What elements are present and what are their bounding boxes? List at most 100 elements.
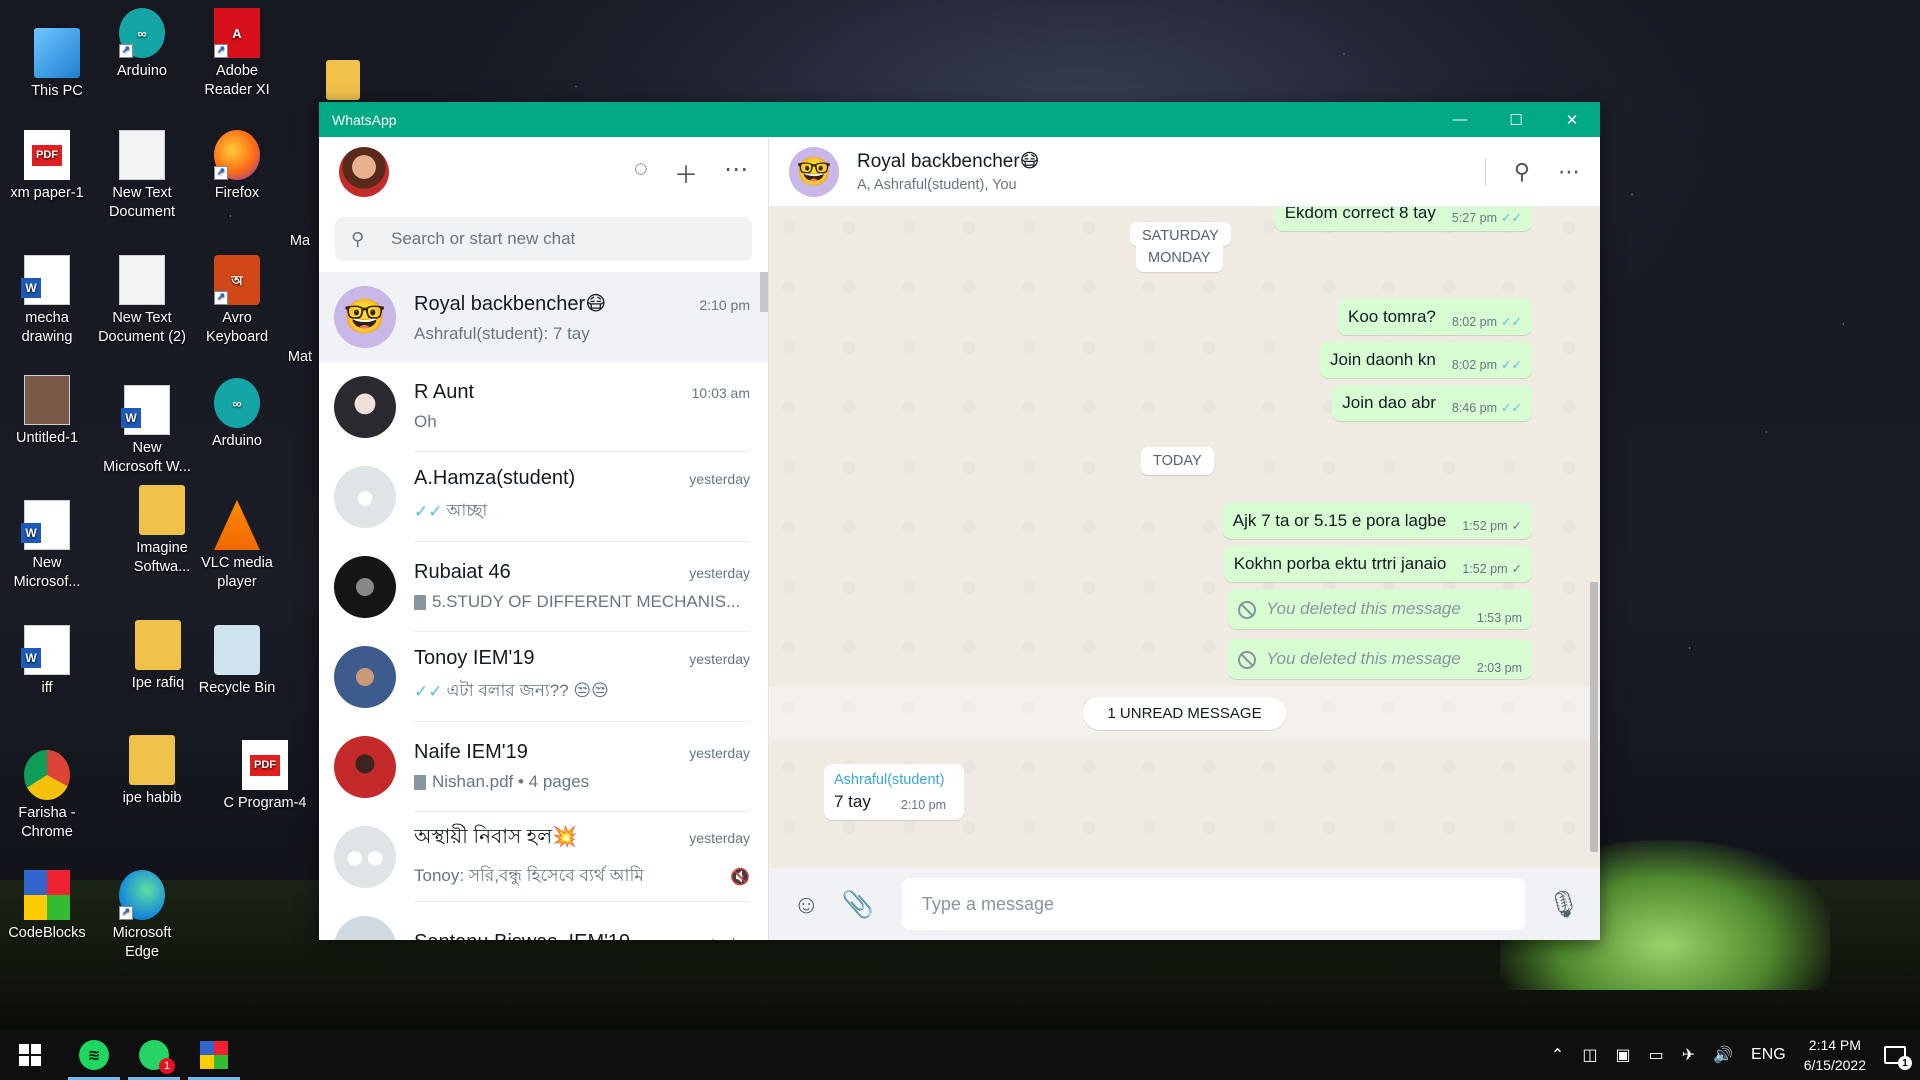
outgoing-message[interactable]: Join daonh kn 8:02 pm ✓✓ [1320,342,1532,378]
conversation-header[interactable]: 🤓 Royal backbencher😷 A, Ashraful(student… [769,137,1600,207]
message-input[interactable]: Type a message [901,878,1525,930]
desktop-icon-iff[interactable]: Wiff [2,625,92,698]
minimize-button[interactable]: — [1432,102,1488,137]
search-input[interactable]: Search or start new chat [391,229,575,249]
incoming-message[interactable]: Ashraful(student) 7 tay 2:10 pm [824,764,964,820]
desktop-icon-ipe-habib[interactable]: ipe habib [107,735,197,808]
airplane-mode-icon[interactable]: ✈ [1682,1045,1695,1065]
microphone-icon[interactable]: 🎙 [1547,889,1580,920]
desktop-icon-new-microsoft-word[interactable]: W New Microsoft W... [102,385,192,477]
chat-list-panel: ◌ ＋ ⋯ ⚲ Search or start new chat 🤓 Royal… [319,137,769,940]
security-icon[interactable]: ▣ [1615,1045,1630,1065]
outgoing-message[interactable]: Ajk 7 ta or 5.15 e pora lagbe 1:52 pm ✓ [1222,503,1532,539]
desktop-icon-adobe-reader[interactable]: A ↗ Adobe Reader XI [192,8,282,100]
desktop-icon-label: C Program-4 [223,795,307,811]
double-check-icon: ✓✓ [1501,358,1522,372]
notification-count: 1 [1898,1056,1912,1070]
desktop-icon-label: Ipe rafiq [131,675,185,691]
pdf-icon: PDF [24,130,70,180]
desktop-icon-this-pc[interactable]: This PC [12,28,102,101]
chat-row[interactable]: ● A.Hamza(student) yesterday ✓✓ আচ্ছা [319,452,768,542]
outgoing-message[interactable]: Koo tomra? 8:02 pm ✓✓ [1337,299,1532,335]
chat-row[interactable]: Rubaiat 46 yesterday 5.STUDY OF DIFFERENT… [319,542,768,632]
menu-icon[interactable]: ⋯ [1558,159,1580,185]
desktop-icon-untitled-1[interactable]: Untitled-1 [2,375,92,448]
date-divider: MONDAY [1136,246,1223,272]
outgoing-message[interactable]: Ekdom correct 8 tay 5:27 pm ✓✓ [1274,207,1532,231]
status-icon[interactable]: ◌ [634,155,648,190]
start-button[interactable] [0,1030,60,1080]
search-box[interactable]: ⚲ Search or start new chat [335,217,752,261]
whatsapp-icon: 1 [139,1040,175,1074]
desktop-icon-label: New Microsoft W... [103,440,191,475]
language-indicator[interactable]: ENG [1751,1046,1786,1064]
chat-preview: 5.STUDY OF DIFFERENT MECHANIS... [432,592,741,611]
chat-row[interactable]: 🤓 Royal backbencher😷 2:10 pm Ashraful(stu… [319,272,768,362]
notification-icon[interactable]: 1 [1884,1046,1912,1070]
desktop-icon-firefox[interactable]: ↗ Firefox [192,130,282,203]
folder-icon[interactable] [326,60,360,100]
desktop-icon-vlc[interactable]: VLC media player [192,500,282,592]
attach-icon[interactable]: 📎 [842,889,874,920]
maximize-button[interactable]: ☐ [1488,102,1544,137]
outgoing-message[interactable]: Kokhn porba ektu trtri janaio 1:52 pm ✓ [1223,546,1532,582]
taskbar-codeblocks[interactable] [184,1030,244,1080]
chat-preview: আচ্ছা [446,501,488,520]
chat-row[interactable]: Naife IEM'19 yesterday Nishan.pdf • 4 pag… [319,722,768,812]
volume-icon[interactable]: 🔊 [1713,1045,1733,1065]
deleted-message[interactable]: You deleted this message 1:53 pm [1228,589,1532,629]
message-area: Ekdom correct 8 tay 5:27 pm ✓✓ SATURDAY MO… [769,207,1600,868]
chat-row[interactable]: ●● অস্থায়ী নিবাস হল💥 yesterday Tonoy: সর… [319,812,768,902]
emoji-icon[interactable]: ☺ [793,889,820,920]
desktop-icon-c-program-4[interactable]: PDF C Program-4 [220,740,310,813]
taskbar-whatsapp[interactable]: 1 [124,1030,184,1080]
message-scrollbar[interactable] [1590,582,1598,852]
desktop-icon-avro-keyboard[interactable]: অ ↗ Avro Keyboard [192,255,282,347]
date-divider: SATURDAY [1130,222,1231,246]
battery-icon[interactable]: ▭ [1649,1045,1664,1065]
taskbar: ≋ 1 ⌃ ◫ ▣ ▭ ✈ 🔊 ENG 2:14 PM 6/15/2022 1 [0,1030,1920,1080]
message-text: Join dao abr [1342,393,1436,412]
chat-list-scrollbar[interactable] [760,272,768,312]
desktop-icon-label: New Text Document (2) [98,310,186,345]
message-sender[interactable]: Ashraful(student) [834,772,954,788]
close-button[interactable]: ✕ [1544,102,1600,137]
camera-icon[interactable]: ◫ [1582,1045,1597,1065]
chat-row[interactable]: R Aunt 10:03 am Oh [319,362,768,452]
menu-icon[interactable]: ⋯ [724,155,748,190]
contact-avatar [334,646,396,708]
double-check-icon: ✓✓ [414,682,443,701]
desktop-icon-label: Arduino [212,433,262,449]
desktop-icon-label: CodeBlocks [8,925,86,941]
desktop-icon-recycle-bin[interactable]: Recycle Bin [192,625,282,698]
desktop-icon-label: Microsoft Edge [112,925,172,960]
desktop-icon-new-text-document[interactable]: New Text Document [97,130,187,222]
desktop-icon-arduino-2[interactable]: ∞ Arduino [192,378,282,451]
clock[interactable]: 2:14 PM 6/15/2022 [1804,1035,1866,1075]
taskbar-spotify[interactable]: ≋ [64,1030,124,1080]
chat-row[interactable]: Tonoy IEM'19 yesterday ✓✓ এটা বলার জন্য?? … [319,632,768,722]
chat-name: A.Hamza(student) [414,467,576,489]
desktop-icon-xm-paper[interactable]: PDF xm paper-1 [2,130,92,203]
word-document-icon: W [121,385,170,435]
desktop-icon-microsoft-edge[interactable]: ↗ Microsoft Edge [97,870,187,962]
desktop-icon-new-text-document-2[interactable]: New Text Document (2) [97,255,187,347]
desktop-icon-codeblocks[interactable]: CodeBlocks [2,870,92,943]
chevron-up-icon[interactable]: ⌃ [1551,1045,1564,1065]
new-chat-icon[interactable]: ＋ [674,155,698,190]
desktop-icon-new-microsoft-2[interactable]: W New Microsof... [2,500,92,592]
desktop-icon-label: Arduino [117,63,167,79]
desktop-icon-mecha-drawing[interactable]: Wmecha drawing [2,255,92,347]
desktop-icon-arduino[interactable]: ∞ ↗ Arduino [97,8,187,81]
word-document-icon: W [21,500,70,550]
composer: ☺ 📎 Type a message 🎙 [769,868,1600,940]
deleted-message[interactable]: You deleted this message 2:03 pm [1228,639,1532,679]
search-icon[interactable]: ⚲ [1514,159,1530,185]
avro-keyboard-icon: অ ↗ [214,255,260,305]
desktop-icon-farisha-chrome[interactable]: Farisha - Chrome [2,750,92,842]
desktop-icon-ipe-rafiq[interactable]: Ipe rafiq [113,620,203,693]
message-time: 8:02 pm [1451,358,1498,372]
outgoing-message[interactable]: Join dao abr 8:46 pm ✓✓ [1332,385,1532,421]
profile-avatar[interactable] [339,147,389,197]
chat-row[interactable]: Santanu Biswas_IEM'19 yesterday [319,902,768,940]
